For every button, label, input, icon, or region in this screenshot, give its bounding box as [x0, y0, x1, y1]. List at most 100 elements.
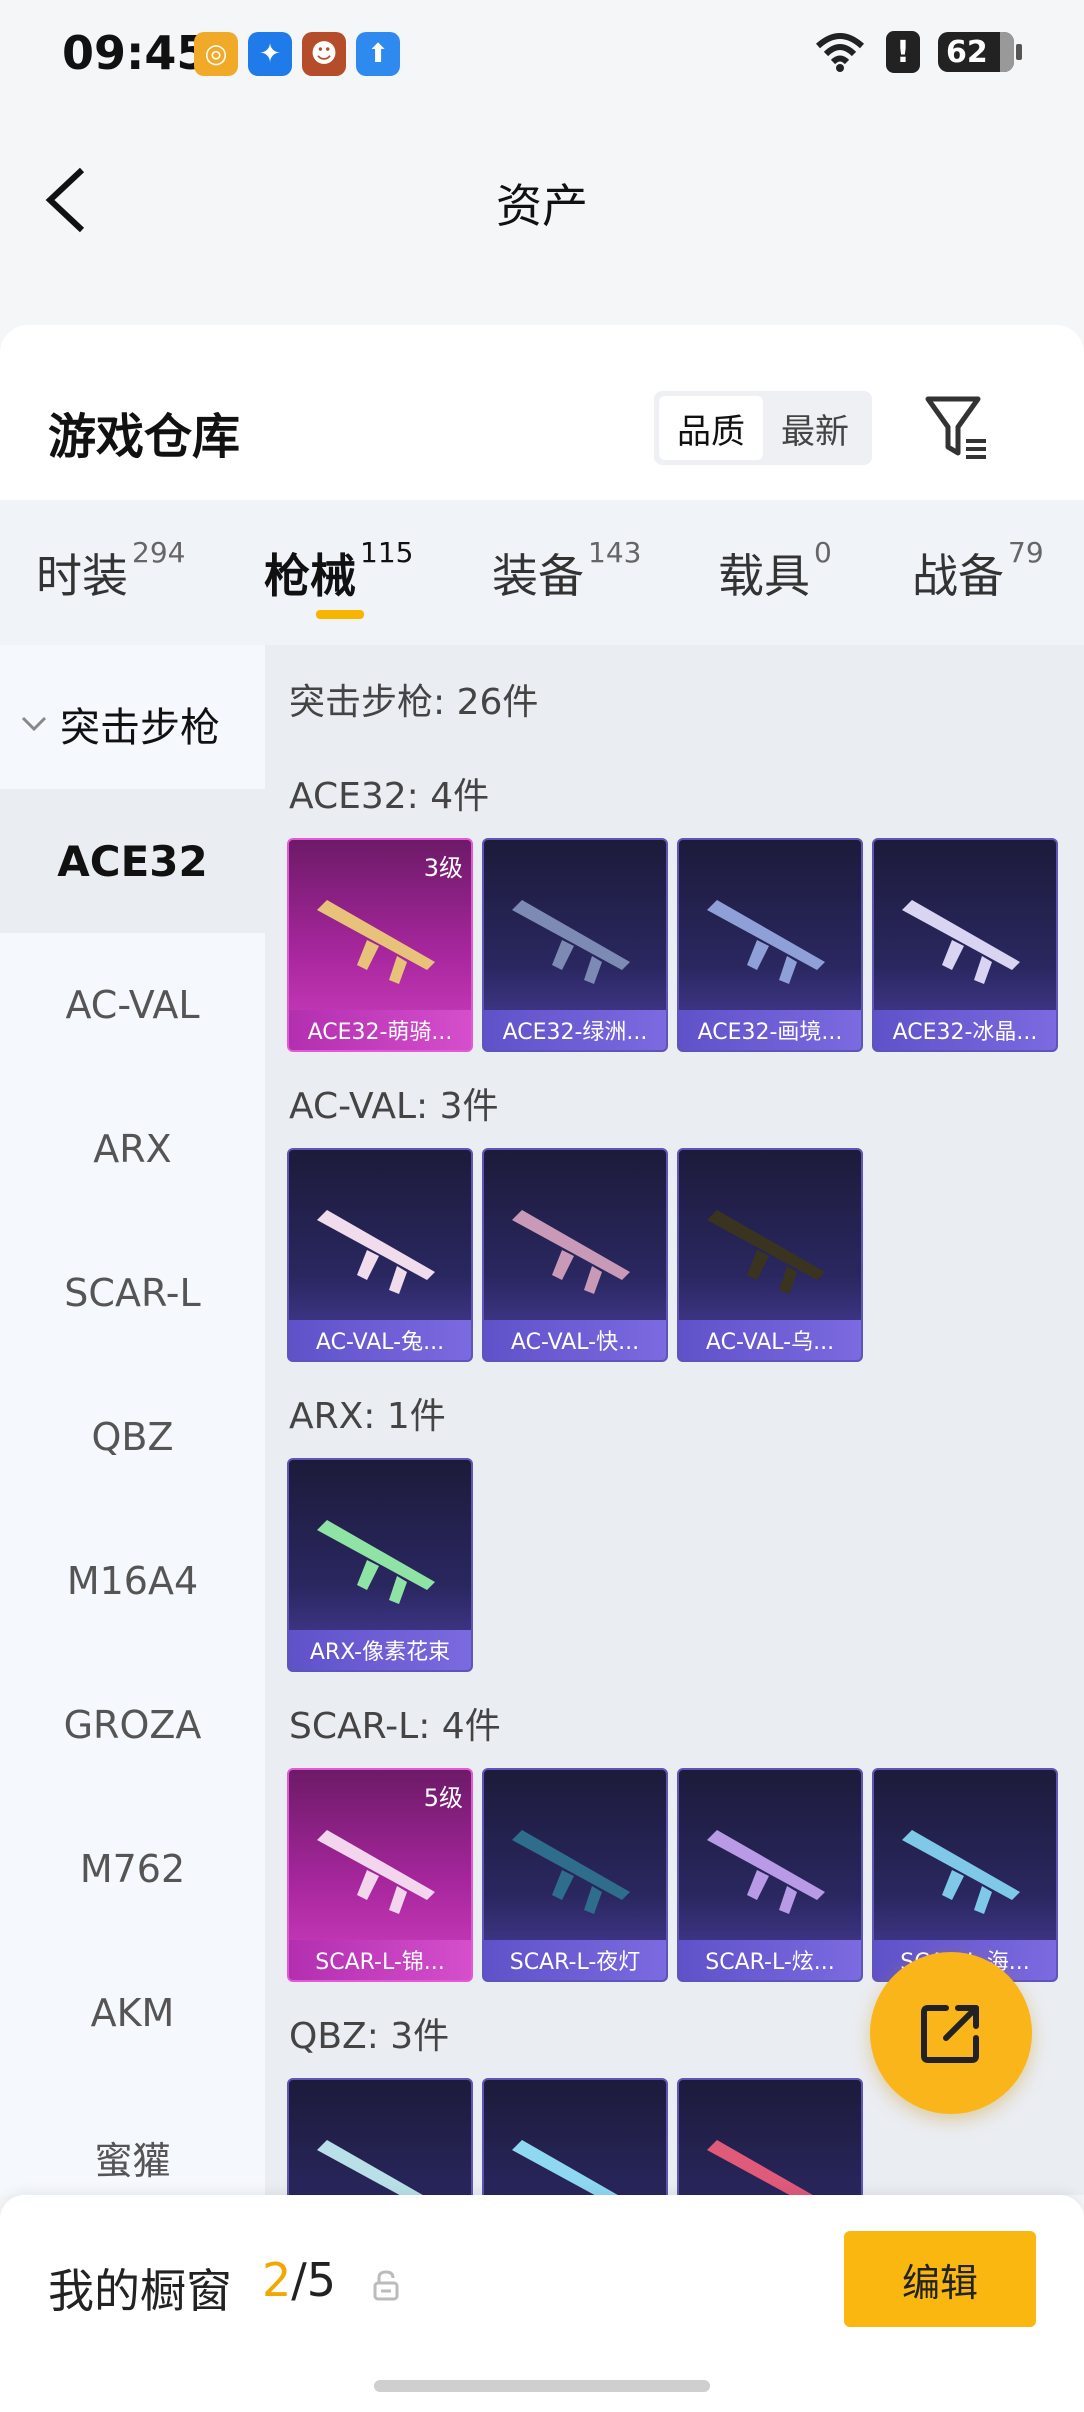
weapon-card-label: ARX-像素花束	[289, 1630, 471, 1670]
status-time: 09:45	[62, 26, 209, 80]
rifle-icon	[902, 900, 1020, 984]
home-indicator[interactable]	[374, 2380, 710, 2392]
sidebar-item-ace32[interactable]: ACE32	[0, 789, 265, 933]
rifle-icon	[707, 1830, 825, 1914]
weapon-card[interactable]: 5级 SCAR-L-锦...	[287, 1768, 473, 1982]
content-title: 突击步枪: 26件	[289, 682, 539, 723]
edit-button[interactable]: 编辑	[844, 2231, 1036, 2327]
sidebar-category-header[interactable]: 突击步枪	[20, 695, 220, 753]
weapon-card-label: ACE32-冰晶...	[874, 1010, 1056, 1050]
rifle-icon	[317, 2140, 423, 2195]
showcase-label: 我的橱窗	[48, 2264, 232, 2318]
weapon-card-label: SCAR-L-锦...	[289, 1940, 471, 1980]
rifle-icon	[707, 1210, 825, 1294]
sidebar-item-m16a4[interactable]: M16A4	[0, 1509, 265, 1653]
group-title-ace32: ACE32: 4件	[289, 776, 490, 817]
group-title-arx: ARX: 1件	[289, 1396, 446, 1437]
category-tabs: 时装 294 枪械 115 装备 143 载具 0 战备 79	[0, 500, 1084, 645]
weapon-card[interactable]: ACE32-绿洲...	[482, 838, 668, 1052]
warehouse-bar: 游戏仓库 品质 最新	[0, 325, 1084, 500]
battery-icon: 62	[938, 32, 1022, 72]
sidebar-item-groza[interactable]: GROZA	[0, 1653, 265, 1797]
sidebar-item-akm[interactable]: AKM	[0, 1941, 265, 2085]
weapon-card-label: SCAR-L-夜灯	[484, 1940, 666, 1980]
tab-count: 115	[360, 536, 414, 569]
weapon-card[interactable]: SCAR-L-夜灯	[482, 1768, 668, 1982]
rifle-icon	[512, 2140, 618, 2195]
weapon-card[interactable]	[287, 2078, 473, 2195]
weapon-card[interactable]	[677, 2078, 863, 2195]
tab-label: 枪械	[264, 549, 356, 603]
sidebar-item-scar-l[interactable]: SCAR-L	[0, 1221, 265, 1365]
game-app-icon: ☻	[302, 32, 346, 76]
tab-label: 载具	[718, 549, 810, 603]
tab-label: 时装	[36, 549, 128, 603]
weapon-card[interactable]: 3级 ACE32-萌骑...	[287, 838, 473, 1052]
rifle-icon	[317, 900, 435, 984]
tab-indicator	[316, 610, 364, 619]
share-button[interactable]	[870, 1952, 1032, 2114]
weapon-card[interactable]	[482, 2078, 668, 2195]
tab-count: 294	[132, 536, 186, 569]
status-bar: 09:45 ◎ ✦ ☻ ⬆ ! 62	[0, 0, 1084, 110]
group-title-qbz: QBZ: 3件	[289, 2016, 450, 2057]
chevron-down-icon	[21, 716, 47, 732]
group-title-scar-l: SCAR-L: 4件	[289, 1706, 501, 1747]
lock-icon	[373, 2270, 399, 2301]
weapon-card-label: AC-VAL-兔...	[289, 1320, 471, 1360]
sidebar-item-qbz[interactable]: QBZ	[0, 1365, 265, 1509]
showcase-count: 2/5	[262, 2253, 336, 2307]
upload-app-icon: ⬆	[356, 32, 400, 76]
rifle-icon	[317, 1520, 435, 1604]
weapon-card[interactable]: ACE32-画境...	[677, 838, 863, 1052]
rifle-icon	[512, 1210, 630, 1294]
rifle-icon	[317, 1830, 435, 1914]
header: 资产	[0, 110, 1084, 325]
filter-icon[interactable]	[922, 387, 992, 467]
tab-count: 143	[588, 536, 642, 569]
tab-count: 79	[1008, 536, 1044, 569]
share-icon	[921, 2005, 979, 2063]
battery-level: 62	[946, 34, 988, 70]
wifi-icon	[815, 33, 865, 72]
weapon-sidebar: 突击步枪 ACE32 AC-VAL ARX SCAR-L QBZ M16A4 G…	[0, 645, 265, 2195]
tab-equipment[interactable]: 装备 143	[492, 536, 641, 606]
weapon-card-label: SCAR-L-炫...	[679, 1940, 861, 1980]
sidebar-category-label: 突击步枪	[60, 705, 220, 751]
tab-count: 0	[814, 536, 832, 569]
weapon-card-label: ACE32-绿洲...	[484, 1010, 666, 1050]
sidebar-item-m762[interactable]: M762	[0, 1797, 265, 1941]
weapon-card[interactable]: SCAR-L-海...	[872, 1768, 1058, 1982]
rifle-icon	[707, 900, 825, 984]
tab-vehicles[interactable]: 载具 0	[718, 536, 832, 606]
rifle-icon	[707, 2140, 813, 2195]
tab-guns[interactable]: 枪械 115	[264, 536, 413, 606]
tab-label: 战备	[912, 549, 1004, 603]
tab-supplies[interactable]: 战备 79	[912, 536, 1044, 606]
sidebar-item-ac-val[interactable]: AC-VAL	[0, 933, 265, 1077]
alert-icon: !	[886, 31, 920, 73]
weapon-card-label: ACE32-萌骑...	[289, 1010, 471, 1050]
weapon-card[interactable]: SCAR-L-炫...	[677, 1768, 863, 1982]
lightbulb-app-icon: ✦	[248, 32, 292, 76]
rifle-icon	[317, 1210, 435, 1294]
group-title-ac-val: AC-VAL: 3件	[289, 1086, 499, 1127]
rifle-icon	[902, 1830, 1020, 1914]
page-title: 资产	[496, 179, 588, 233]
weapon-card[interactable]: AC-VAL-快...	[482, 1148, 668, 1362]
weapon-card[interactable]: AC-VAL-乌...	[677, 1148, 863, 1362]
weapon-card[interactable]: ACE32-冰晶...	[872, 838, 1058, 1052]
sort-newest-button[interactable]: 最新	[763, 396, 867, 460]
tab-fashion[interactable]: 时装 294	[36, 536, 185, 606]
sort-quality-button[interactable]: 品质	[659, 396, 763, 460]
sort-toggle: 品质 最新	[654, 391, 872, 465]
weapon-card[interactable]: AC-VAL-兔...	[287, 1148, 473, 1362]
warehouse-title: 游戏仓库	[48, 409, 241, 465]
showcase-current: 2	[262, 2253, 292, 2307]
app-notification-icon: ◎	[194, 32, 238, 76]
weapon-card[interactable]: ARX-像素花束	[287, 1458, 473, 1672]
rifle-icon	[512, 900, 630, 984]
showcase-total: /5	[291, 2253, 337, 2307]
weapon-card-label: AC-VAL-快...	[484, 1320, 666, 1360]
sidebar-item-arx[interactable]: ARX	[0, 1077, 265, 1221]
